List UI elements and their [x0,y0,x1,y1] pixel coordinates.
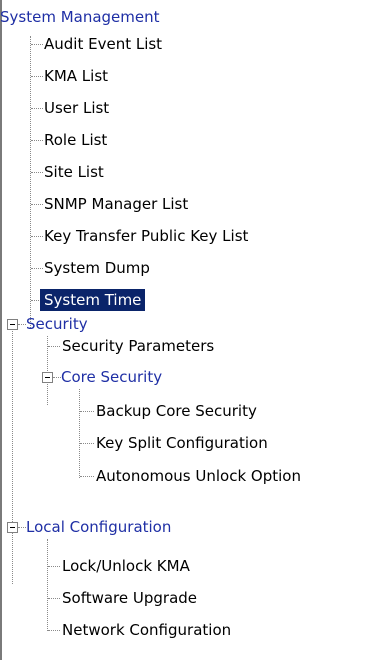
tree-guide-core-security [79,389,80,478]
tree-item-system-time[interactable]: System Time [40,289,146,311]
tree-item-network-configuration[interactable]: Network Configuration [62,619,231,641]
tree-guide-root [12,325,13,584]
tree-item-snmp-manager-list[interactable]: SNMP Manager List [44,193,188,215]
tree-item-local-configuration[interactable]: Local Configuration [26,516,171,538]
tree-item-audit-event-list[interactable]: Audit Event List [44,33,162,55]
tree-item-system-dump[interactable]: System Dump [44,257,150,279]
collapse-security-icon[interactable] [7,319,18,330]
collapse-core-security-icon[interactable] [42,372,53,383]
tree-guide-main [30,36,31,328]
tree-connector [31,268,43,269]
collapse-local-configuration-icon[interactable] [7,522,18,533]
navigation-tree: System Management Audit Event List KMA L… [0,0,392,660]
tree-connector [48,346,60,347]
tree-connector [80,476,94,477]
tree-connector [80,443,94,444]
tree-connector [31,76,43,77]
tree-connector [31,236,43,237]
tree-connector [48,598,60,599]
tree-item-security[interactable]: Security [26,313,88,335]
tree-item-site-list[interactable]: Site List [44,161,104,183]
tree-item-core-security[interactable]: Core Security [61,366,162,388]
tree-item-user-list[interactable]: User List [44,97,109,119]
tree-guide-local-configuration [47,539,48,631]
tree-root-system-management[interactable]: System Management [0,6,160,28]
tree-item-key-split-configuration[interactable]: Key Split Configuration [96,432,268,454]
tree-connector [31,172,43,173]
tree-connector [31,140,43,141]
tree-item-lock-unlock-kma[interactable]: Lock/Unlock KMA [62,555,190,577]
tree-connector [31,108,43,109]
tree-connector [48,566,60,567]
tree-item-role-list[interactable]: Role List [44,129,107,151]
tree-connector [80,411,94,412]
tree-item-kma-list[interactable]: KMA List [44,65,108,87]
tree-item-key-transfer-public-key-list[interactable]: Key Transfer Public Key List [44,225,248,247]
tree-connector [18,324,26,325]
tree-connector [31,204,43,205]
tree-item-software-upgrade[interactable]: Software Upgrade [62,587,197,609]
tree-connector [48,630,60,631]
tree-connector [18,527,26,528]
tree-item-backup-core-security[interactable]: Backup Core Security [96,400,257,422]
tree-connector [53,377,61,378]
tree-item-security-parameters[interactable]: Security Parameters [62,335,214,357]
tree-connector [31,44,43,45]
tree-item-autonomous-unlock-option[interactable]: Autonomous Unlock Option [96,465,301,487]
